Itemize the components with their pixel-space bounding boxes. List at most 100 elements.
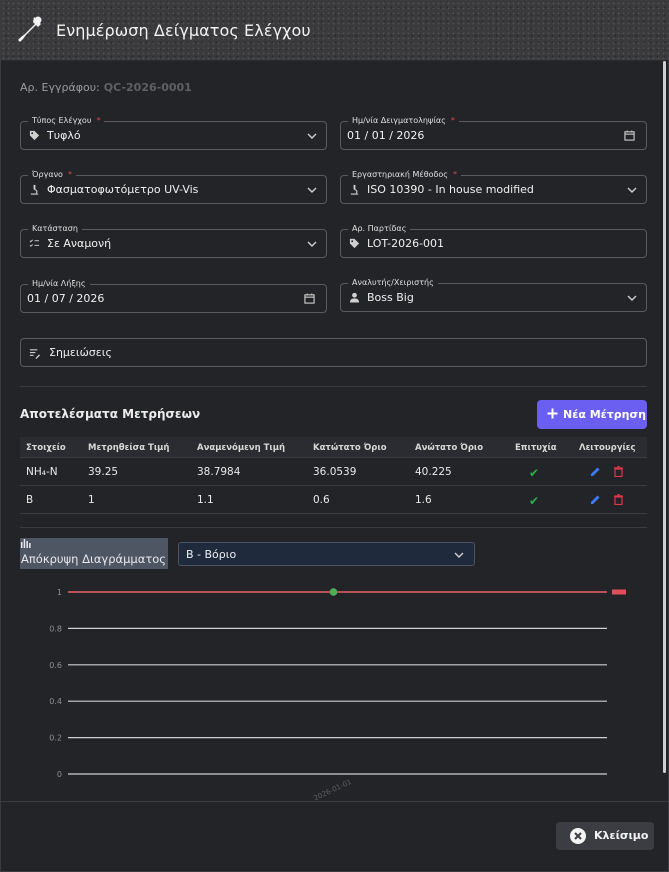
batch-number-input[interactable]: Αρ. Παρτίδας LOT-2026-001 [340, 223, 647, 258]
close-label: Κλείσιμο [594, 829, 649, 842]
data-point [329, 588, 338, 596]
notes-label: Σημειώσεις [49, 346, 112, 359]
hide-chart-label: Απόκρυψη Διαγράμματος [21, 552, 167, 566]
document-number-label: Αρ. Εγγράφου: [20, 81, 100, 94]
cell-element: NH₄-N [26, 466, 58, 478]
status-label: Κατάσταση [28, 223, 82, 235]
sampling-date-label-text: Ημ/νία Δειγματοληψίας [352, 116, 446, 125]
dialog-title: Ενημέρωση Δείγματος Ελέγχου [56, 21, 311, 40]
status-select[interactable]: Κατάσταση Σε Αναμονή [20, 223, 327, 258]
column-header: Αναμενόμενη Τιμή [197, 443, 286, 453]
x-tick-label: 2026-01-01 [313, 778, 353, 802]
chevron-down-icon [307, 187, 317, 193]
y-tick-label: 0 [57, 770, 62, 779]
analyst-label-text: Αναλυτής/Χειριστής [352, 278, 434, 287]
required-mark: * [452, 170, 457, 179]
method-label-text: Εργαστηριακή Μέθοδος [352, 170, 448, 179]
analyst-value: Boss Big [367, 291, 414, 304]
y-tick-label: 0.4 [49, 697, 62, 706]
chevron-down-icon [627, 187, 637, 193]
hide-chart-button[interactable]: Απόκρυψη Διαγράμματος [20, 538, 168, 569]
status-value: Σε Αναμονή [47, 237, 112, 250]
column-header: Στοιχείο [26, 443, 66, 453]
document-number: Αρ. Εγγράφου: QC-2026-0001 [20, 81, 192, 94]
dialog-header: Ενημέρωση Δείγματος Ελέγχου [1, 1, 669, 61]
instrument-select[interactable]: Όργανο * Φασματοφωτόμετρο UV-Vis [20, 169, 327, 204]
pipette-icon [18, 16, 42, 42]
cell-lower: 36.0539 [313, 466, 357, 478]
chevron-down-icon [454, 552, 464, 558]
cell-upper: 40.225 [415, 466, 452, 478]
y-tick-label: 0.6 [49, 661, 62, 670]
analyst-label: Αναλυτής/Χειριστής [348, 277, 438, 289]
scrollbar[interactable] [663, 61, 666, 773]
required-mark: * [67, 170, 72, 179]
batch-label-text: Αρ. Παρτίδας [352, 224, 407, 233]
delete-icon[interactable] [613, 494, 624, 508]
notes-field[interactable]: Σημειώσεις [20, 338, 647, 367]
test-type-select[interactable]: Τύπος Ελέγχου * Τυφλό [20, 115, 327, 150]
method-label: Εργαστηριακή Μέθοδος * [348, 169, 461, 181]
y-tick-label: 0.2 [49, 734, 62, 743]
cell-upper: 1.6 [415, 494, 432, 506]
expiry-date-label: Ημ/νία Λήξης [28, 278, 90, 290]
microscope-icon [30, 184, 39, 195]
column-header: Επιτυχία [515, 443, 557, 453]
sampling-date-label: Ημ/νία Δειγματοληψίας * [348, 115, 459, 127]
person-icon [349, 292, 360, 303]
chevron-down-icon [627, 295, 637, 301]
chevron-down-icon [307, 133, 317, 139]
calendar-icon[interactable] [304, 293, 315, 304]
batch-value: LOT-2026-001 [367, 237, 445, 250]
expiry-date-value: 01 / 07 / 2026 [27, 292, 105, 305]
element-select[interactable]: B - Βόριο [178, 542, 475, 566]
method-select[interactable]: Εργαστηριακή Μέθοδος * ISO 10390 - In hou… [340, 169, 647, 204]
cell-expected: 38.7984 [197, 466, 241, 478]
control-chart: 0 0.2 0.4 0.6 0.8 1 2026-01-01 [49, 588, 626, 802]
table-row: NH₄-N 39.25 38.7984 36.0539 40.225 ✔ [20, 458, 647, 486]
sampling-date-input[interactable]: Ημ/νία Δειγματοληψίας * 01 / 01 / 2026 [340, 115, 647, 150]
expiry-date-label-text: Ημ/νία Λήξης [32, 279, 86, 288]
microscope-icon [350, 184, 359, 195]
edit-icon[interactable] [590, 466, 601, 480]
instrument-value: Φασματοφωτόμετρο UV-Vis [47, 183, 199, 196]
method-value: ISO 10390 - In house modified [367, 183, 534, 196]
limit-line-marker [612, 589, 626, 595]
cell-expected: 1.1 [197, 494, 214, 506]
column-header: Λειτουργίες [579, 443, 636, 453]
calendar-icon[interactable] [624, 130, 635, 141]
cell-measured: 39.25 [88, 466, 119, 478]
close-circle-icon [570, 828, 586, 844]
tag-icon [29, 130, 40, 141]
bar-chart-icon [21, 539, 31, 548]
close-button[interactable]: Κλείσιμο [556, 822, 654, 850]
success-check-icon: ✔ [529, 466, 540, 480]
sampling-date-value: 01 / 01 / 2026 [347, 129, 425, 142]
element-select-value: B - Βόριο [186, 548, 237, 561]
table-row: B 1 1.1 0.6 1.6 ✔ [20, 486, 647, 514]
batch-label: Αρ. Παρτίδας [348, 223, 411, 235]
success-check-icon: ✔ [529, 494, 540, 508]
delete-icon[interactable] [613, 466, 624, 480]
section-divider [20, 527, 647, 528]
test-type-label-text: Τύπος Ελέγχου [32, 116, 92, 125]
results-table: Στοιχείο Μετρηθείσα Τιμή Αναμενόμενη Τιμ… [20, 437, 647, 514]
test-type-label: Τύπος Ελέγχου * [28, 115, 105, 127]
edit-icon[interactable] [590, 494, 601, 508]
chevron-down-icon [307, 241, 317, 247]
required-mark: * [96, 116, 101, 125]
notes-icon [29, 349, 40, 359]
column-header: Μετρηθείσα Τιμή [88, 443, 170, 453]
instrument-label: Όργανο * [28, 169, 76, 181]
required-mark: * [450, 116, 455, 125]
test-type-value: Τυφλό [47, 129, 81, 142]
section-divider [20, 386, 647, 387]
column-header: Κατώτατο Όριο [313, 443, 387, 453]
analyst-select[interactable]: Αναλυτής/Χειριστής Boss Big [340, 277, 647, 312]
new-measurement-button[interactable]: Νέα Μέτρηση [537, 400, 647, 429]
expiry-date-input[interactable]: Ημ/νία Λήξης 01 / 07 / 2026 [20, 278, 327, 313]
y-tick-label: 0.8 [49, 624, 62, 633]
column-header: Ανώτατο Όριο [415, 443, 484, 453]
cell-element: B [26, 494, 34, 506]
document-number-value: QC-2026-0001 [103, 81, 192, 94]
